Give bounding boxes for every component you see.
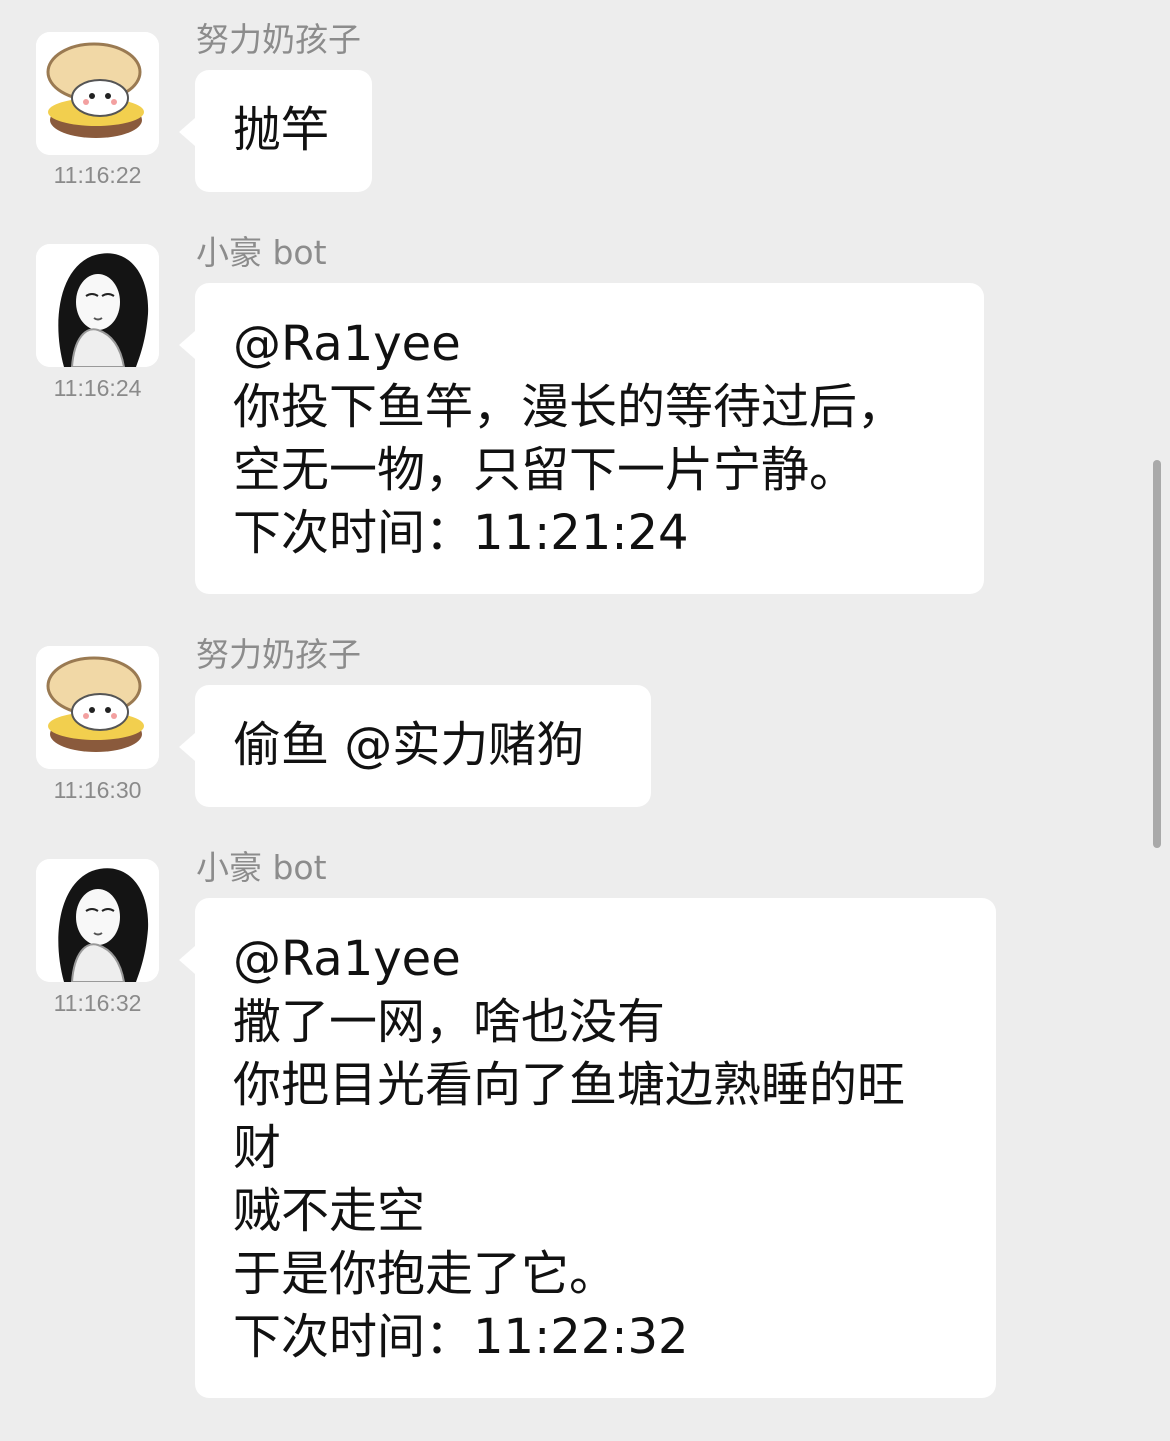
- message-text: 贼不走空: [233, 1183, 426, 1239]
- message-text: 偷鱼 @实力赌狗: [233, 717, 585, 773]
- message-bubble[interactable]: @Ra1yee 你投下鱼竿，漫长的等待过后， 空无一物，只留下一片宁静。 下次时…: [179, 283, 984, 594]
- message-time: 11:16:24: [53, 375, 142, 401]
- avatar[interactable]: [36, 32, 159, 155]
- message-text: @Ra1yee: [233, 316, 461, 372]
- avatar[interactable]: [36, 859, 159, 982]
- sender-name: 努力奶孩子: [196, 20, 361, 59]
- cartoon-bread-cat-avatar-icon: [36, 32, 159, 155]
- message-bubble[interactable]: 偷鱼 @实力赌狗: [179, 685, 651, 807]
- sender-name: 小豪 bot: [196, 848, 327, 887]
- message-text: 撒了一网，啥也没有: [233, 994, 666, 1050]
- message-bubble[interactable]: 抛竿: [179, 70, 372, 192]
- message-text: 于是你抱走了它。: [233, 1246, 618, 1302]
- sketch-girl-avatar-icon: [36, 859, 159, 982]
- message-text: @Ra1yee: [233, 931, 461, 987]
- sketch-girl-avatar-icon: [36, 244, 159, 367]
- avatar[interactable]: [36, 646, 159, 769]
- message-bubble[interactable]: @Ra1yee 撒了一网，啥也没有 你把目光看向了鱼塘边熟睡的旺 财 贼不走空 …: [179, 898, 996, 1398]
- avatar[interactable]: [36, 244, 159, 367]
- message-text: 空无一物，只留下一片宁静。: [233, 442, 858, 498]
- message-text: 下次时间：11:22:32: [233, 1309, 689, 1365]
- message-text: 你投下鱼竿，漫长的等待过后，: [233, 379, 906, 435]
- message-time: 11:16:30: [53, 777, 142, 803]
- message-text: 下次时间：11:21:24: [233, 505, 689, 561]
- cartoon-bread-cat-avatar-icon: [36, 646, 159, 769]
- sender-name: 努力奶孩子: [196, 635, 361, 674]
- message-time: 11:16:32: [53, 990, 142, 1016]
- message-time: 11:16:22: [53, 162, 142, 188]
- message-text: 财: [233, 1120, 282, 1176]
- message-text: 你把目光看向了鱼塘边熟睡的旺: [233, 1057, 906, 1113]
- scrollbar[interactable]: [1153, 460, 1161, 848]
- message-text: 抛竿: [233, 102, 330, 158]
- sender-name: 小豪 bot: [196, 233, 327, 272]
